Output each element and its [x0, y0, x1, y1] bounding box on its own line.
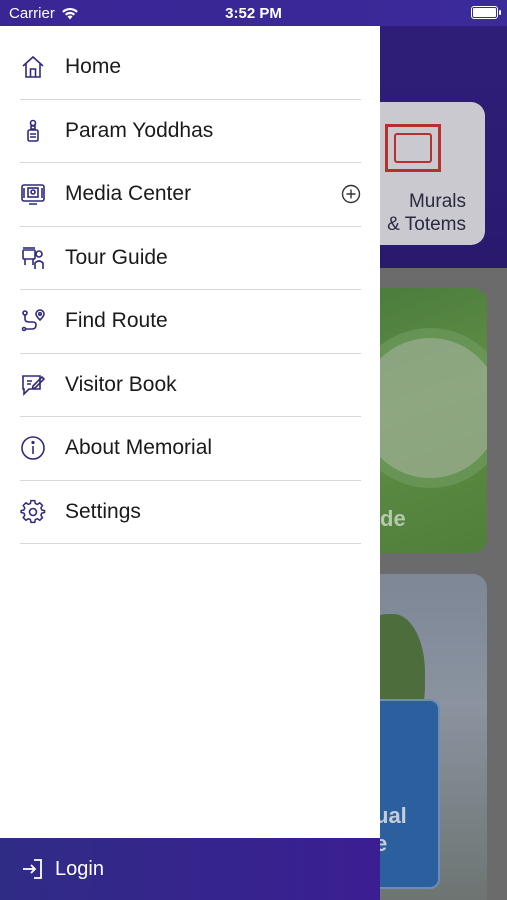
menu-item-about-memorial[interactable]: About Memorial	[20, 417, 361, 481]
menu-item-media-center[interactable]: Media Center	[20, 163, 361, 227]
menu-item-home[interactable]: Home	[20, 36, 361, 100]
drawer-menu: Home Param Yoddhas Media Center Tour Gui…	[20, 36, 361, 544]
navigation-drawer: Home Param Yoddhas Media Center Tour Gui…	[0, 26, 380, 900]
menu-label-find-route: Find Route	[65, 309, 168, 333]
menu-item-visitor-book[interactable]: Visitor Book	[20, 354, 361, 417]
media-icon	[20, 181, 46, 207]
menu-item-param-yoddhas[interactable]: Param Yoddhas	[20, 100, 361, 163]
clock: 3:52 PM	[225, 5, 282, 22]
menu-item-find-route[interactable]: Find Route	[20, 290, 361, 354]
menu-label-settings: Settings	[65, 499, 141, 523]
home-icon	[20, 54, 46, 80]
menu-label-media-center: Media Center	[65, 182, 192, 206]
menu-item-tour-guide[interactable]: Tour Guide	[20, 227, 361, 290]
login-label: Login	[55, 857, 104, 880]
mural-frame-icon	[385, 124, 441, 172]
menu-label-param-yoddhas: Param Yoddhas	[65, 118, 214, 142]
battery-icon	[471, 6, 501, 19]
expand-plus-icon[interactable]	[341, 184, 361, 204]
menu-item-settings[interactable]: Settings	[20, 481, 361, 544]
tour-guide-icon	[20, 245, 46, 271]
aerial-card-text: de	[380, 506, 406, 531]
info-icon	[20, 435, 46, 461]
menu-label-home: Home	[65, 55, 122, 79]
menu-label-tour-guide: Tour Guide	[65, 245, 168, 269]
virtual-tour-panel	[370, 699, 440, 889]
menu-label-visitor-book: Visitor Book	[65, 372, 177, 396]
login-icon	[20, 857, 44, 881]
medal-icon	[20, 118, 46, 144]
visitor-book-icon	[20, 372, 46, 398]
gear-icon	[20, 499, 46, 525]
status-bar: Carrier 3:52 PM	[0, 0, 507, 26]
menu-label-about-memorial: About Memorial	[65, 436, 213, 460]
route-icon	[20, 308, 46, 334]
login-button[interactable]: Login	[0, 838, 380, 900]
